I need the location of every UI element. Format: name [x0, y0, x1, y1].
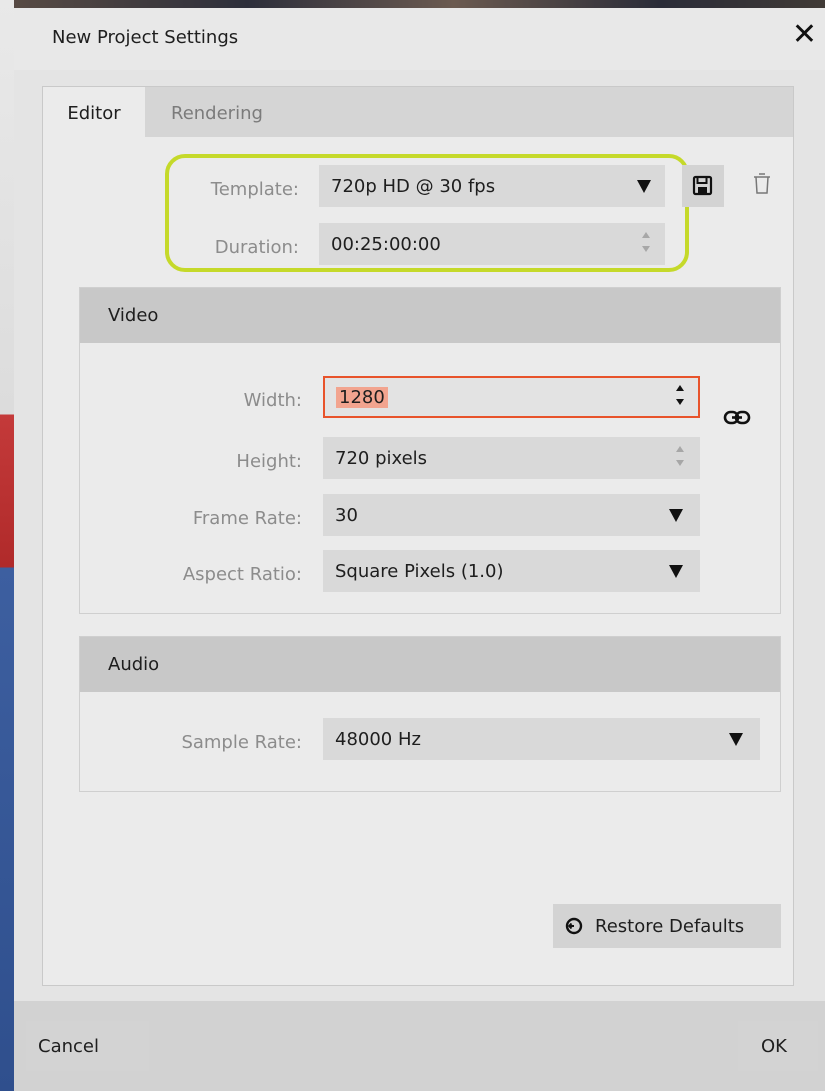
template-label: Template: — [210, 179, 299, 200]
close-icon[interactable]: ✕ — [792, 20, 817, 50]
restore-defaults-label: Restore Defaults — [595, 916, 745, 937]
dialog-footer: Cancel OK — [14, 1001, 825, 1091]
height-stepper[interactable] — [675, 444, 687, 472]
video-section-header: Video — [80, 288, 780, 343]
frame-rate-label: Frame Rate: — [192, 508, 302, 529]
height-label: Height: — [236, 451, 302, 472]
frame-rate-select[interactable]: 30 — [323, 494, 700, 536]
aspect-ratio-label: Aspect Ratio: — [182, 564, 302, 585]
arrow-up-icon — [642, 232, 650, 238]
trash-icon — [754, 173, 770, 194]
video-section: Video Width: 1280 Height: 720 pixels Fra… — [79, 287, 781, 614]
delete-template-button[interactable] — [747, 167, 777, 203]
cancel-button[interactable]: Cancel — [26, 1021, 149, 1071]
frame-rate-value: 30 — [335, 505, 358, 526]
arrow-down-icon — [676, 460, 684, 466]
audio-section-title: Audio — [108, 654, 160, 675]
duration-value: 00:25:00:00 — [331, 234, 441, 255]
aspect-ratio-value: Square Pixels (1.0) — [335, 561, 504, 582]
background-window-edge — [0, 0, 14, 1091]
chevron-down-icon — [637, 180, 651, 193]
duration-field[interactable]: 00:25:00:00 — [319, 223, 665, 265]
tab-bar: Editor Rendering — [43, 87, 793, 137]
width-field[interactable]: 1280 — [323, 376, 700, 418]
height-value: 720 pixels — [335, 448, 428, 469]
new-project-settings-dialog: New Project Settings ✕ Editor Rendering … — [14, 8, 825, 1091]
duration-stepper[interactable] — [641, 230, 653, 258]
dialog-titlebar: New Project Settings ✕ — [14, 8, 825, 70]
template-select[interactable]: 720p HD @ 30 fps — [319, 165, 665, 207]
template-value: 720p HD @ 30 fps — [331, 176, 496, 197]
width-label: Width: — [243, 390, 302, 411]
arrow-down-icon — [676, 399, 684, 405]
settings-panel: Editor Rendering Template: 720p HD @ 30 … — [42, 86, 794, 986]
arrow-down-icon — [642, 246, 650, 252]
chevron-down-icon — [729, 733, 743, 746]
ok-button[interactable]: OK — [738, 1021, 818, 1071]
dialog-title: New Project Settings — [52, 27, 239, 48]
chevron-down-icon — [669, 509, 683, 522]
sample-rate-label: Sample Rate: — [181, 732, 302, 753]
cancel-label: Cancel — [38, 1036, 99, 1057]
duration-label: Duration: — [214, 237, 299, 258]
tab-rendering[interactable]: Rendering — [171, 87, 263, 137]
arrow-up-icon — [676, 385, 684, 391]
height-field[interactable]: 720 pixels — [323, 437, 700, 479]
arrow-up-icon — [676, 446, 684, 452]
restore-icon — [565, 917, 583, 935]
ok-label: OK — [761, 1036, 787, 1057]
audio-section-header: Audio — [80, 637, 780, 692]
chevron-down-icon — [669, 565, 683, 578]
restore-defaults-button[interactable]: Restore Defaults — [553, 904, 781, 948]
save-template-button[interactable] — [682, 165, 724, 207]
audio-section: Audio Sample Rate: 48000 Hz — [79, 636, 781, 792]
link-icon[interactable] — [723, 408, 753, 428]
width-value: 1280 — [336, 387, 388, 408]
background-window-strip — [0, 0, 825, 8]
sample-rate-value: 48000 Hz — [335, 729, 421, 750]
tab-editor[interactable]: Editor — [43, 87, 145, 137]
aspect-ratio-select[interactable]: Square Pixels (1.0) — [323, 550, 700, 592]
save-icon — [692, 175, 713, 196]
width-stepper[interactable] — [675, 383, 687, 411]
sample-rate-select[interactable]: 48000 Hz — [323, 718, 760, 760]
video-section-title: Video — [108, 305, 159, 326]
